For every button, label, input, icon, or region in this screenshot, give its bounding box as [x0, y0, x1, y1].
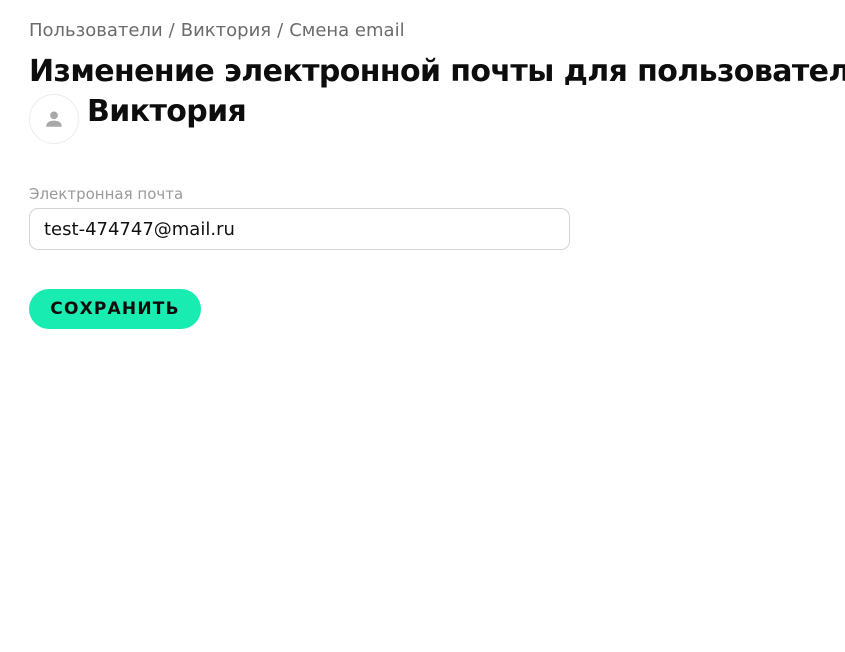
email-label: Электронная почта — [29, 185, 184, 203]
breadcrumb-item-user[interactable]: Виктория — [181, 20, 271, 41]
save-button[interactable]: СОХРАНИТЬ — [29, 289, 201, 329]
user-name-title: Виктория — [87, 94, 247, 129]
page-title: Изменение электронной почты для пользова… — [29, 54, 845, 89]
page: Пользователи / Виктория / Смена email Измене… — [0, 0, 845, 652]
breadcrumb-item-current: Смена email — [289, 20, 405, 41]
avatar — [29, 94, 79, 144]
user-icon — [46, 111, 62, 127]
email-field[interactable] — [29, 208, 570, 250]
breadcrumb-separator: / — [277, 20, 284, 41]
breadcrumb: Пользователи / Виктория / Смена email — [29, 20, 405, 41]
breadcrumb-separator: / — [168, 20, 175, 41]
breadcrumb-item-users[interactable]: Пользователи — [29, 20, 163, 41]
